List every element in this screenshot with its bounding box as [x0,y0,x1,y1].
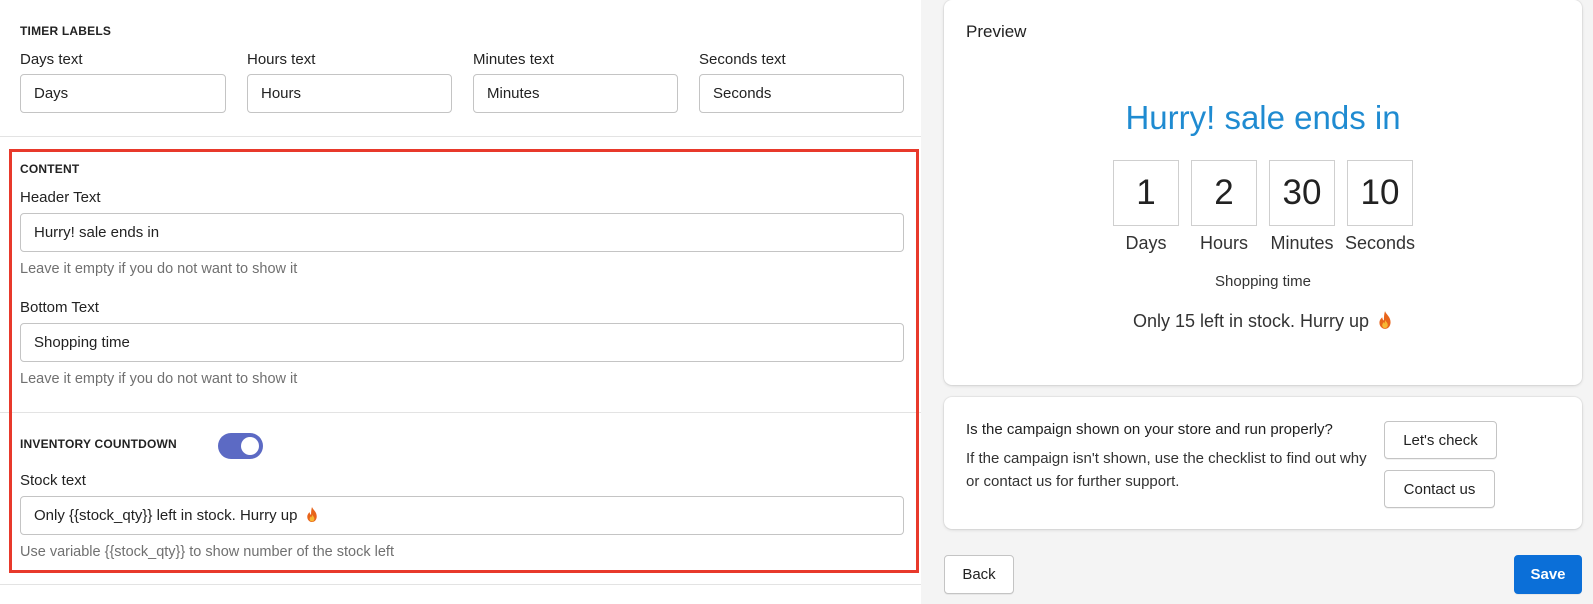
stock-text-input[interactable]: Only {{stock_qty}} left in stock. Hurry … [20,496,904,535]
header-text-label: Header Text [20,189,101,206]
toggle-knob [241,437,259,455]
countdown-timer: 1 Days 2 Hours 30 Minutes 10 Seconds [944,160,1582,254]
seconds-text-input[interactable]: Seconds [699,74,904,113]
lets-check-button[interactable]: Let's check [1384,421,1497,459]
days-text-label: Days text [20,51,83,68]
bottom-text-label: Bottom Text [20,299,99,316]
timer-unit-seconds: 10 Seconds [1344,160,1416,254]
timer-value: 30 [1269,160,1335,226]
preview-stock-value: Only 15 left in stock. Hurry up [1132,311,1370,331]
timer-label: Days [1125,233,1167,253]
header-text-help: Leave it empty if you do not want to sho… [20,261,298,277]
minutes-text-input[interactable]: Minutes [473,74,678,113]
fire-icon [1379,311,1391,329]
back-button[interactable]: Back [944,555,1014,594]
campaign-check-question: Is the campaign shown on your store and … [966,421,1333,438]
stock-text-label: Stock text [20,472,86,489]
inventory-countdown-title: INVENTORY COUNTDOWN [20,437,177,451]
header-text-input[interactable]: Hurry! sale ends in [20,213,904,252]
timer-unit-minutes: 30 Minutes [1269,160,1335,254]
settings-panel: TIMER LABELS Days text Days Hours text H… [0,0,921,604]
preview-headline: Hurry! sale ends in [1125,99,1401,136]
preview-card: Preview Hurry! sale ends in 1 Days 2 Hou… [944,0,1582,385]
timer-unit-days: 1 Days [1113,160,1179,254]
bottom-text-input[interactable]: Shopping time [20,323,904,362]
seconds-text-label: Seconds text [699,51,786,68]
section-divider [0,584,921,585]
timer-label: Minutes [1270,233,1334,253]
campaign-check-description: If the campaign isn't shown, use the che… [966,450,1367,490]
hours-text-input[interactable]: Hours [247,74,452,113]
hours-text-label: Hours text [247,51,316,68]
timer-label: Seconds [1344,233,1416,253]
fire-icon [306,506,317,523]
timer-unit-hours: 2 Hours [1191,160,1257,254]
stock-text-value: Only {{stock_qty}} left in stock. Hurry … [34,507,298,524]
content-title: CONTENT [20,162,80,176]
minutes-text-label: Minutes text [473,51,554,68]
preview-stock-text: Only 15 left in stock. Hurry up [944,310,1582,332]
timer-value: 1 [1113,160,1179,226]
timer-label: Hours [1199,233,1248,253]
inventory-countdown-toggle[interactable] [218,433,263,459]
section-divider [0,412,921,413]
preview-title: Preview [966,22,1027,41]
bottom-text-help: Leave it empty if you do not want to sho… [20,371,298,387]
campaign-check-card: Is the campaign shown on your store and … [944,397,1582,529]
section-divider [0,136,921,137]
timer-value: 10 [1347,160,1413,226]
save-button[interactable]: Save [1514,555,1582,594]
days-text-input[interactable]: Days [20,74,226,113]
timer-labels-title: TIMER LABELS [20,24,112,38]
timer-value: 2 [1191,160,1257,226]
stock-text-help: Use variable {{stock_qty}} to show numbe… [20,544,394,560]
contact-us-button[interactable]: Contact us [1384,470,1495,508]
preview-bottom-text: Shopping time [1215,273,1311,290]
